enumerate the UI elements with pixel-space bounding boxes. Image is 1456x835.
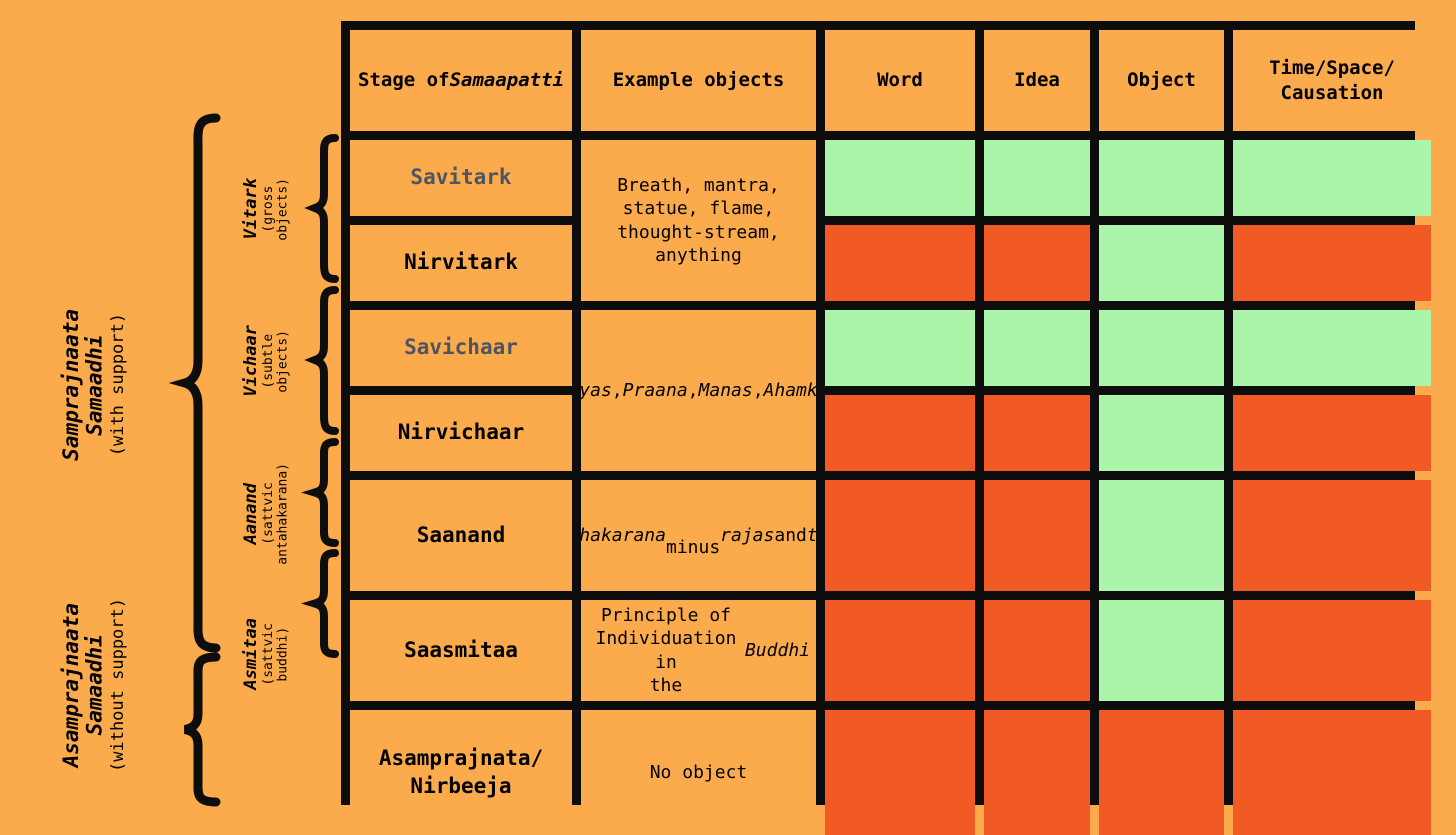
swatch-tsc: [1233, 310, 1431, 386]
swatch-idea: [984, 140, 1090, 216]
column-header-4: Object: [1099, 30, 1224, 131]
stage-name-cell: Asamprajnata/Nirbeeja: [350, 710, 572, 835]
swatch-idea: [984, 600, 1090, 701]
brace-inner-vichaar: [304, 286, 339, 435]
column-header-2: Word: [825, 30, 975, 131]
swatch-word: [825, 480, 975, 591]
swatch-object: [1099, 600, 1224, 701]
swatch-object: [1099, 710, 1224, 835]
stage-name-cell: Nirvitark: [350, 225, 572, 301]
swatch-tsc: [1233, 395, 1431, 471]
swatch-tsc: [1233, 480, 1431, 591]
swatch-object: [1099, 140, 1224, 216]
outer-group-label-samprajnaata: Samprajnaata Samaadhi (with support): [34, 230, 154, 540]
swatch-word: [825, 140, 975, 216]
mid-group-name: Vitark: [241, 178, 262, 240]
mid-group-name: Vichaar: [241, 325, 262, 397]
swatch-object: [1099, 225, 1224, 301]
swatch-tsc: [1233, 225, 1431, 301]
outer-group-note: (without support): [108, 598, 128, 772]
column-header-1: Example objects: [581, 30, 816, 131]
swatch-object: [1099, 310, 1224, 386]
table-grid: Stage of Samaapatti Example objects Word Ide…: [350, 30, 1431, 835]
mid-group-note: (gross objects): [261, 177, 292, 241]
stage-name-cell: Saasmitaa: [350, 600, 572, 701]
brace-samprajnaata: [168, 113, 221, 653]
example-objects-cell: Tanmaatras,Indriyas,Praana,Manas,Ahamkaa…: [581, 310, 816, 471]
brace-inner-asmitaa: [301, 549, 339, 658]
outer-group-note: (with support): [108, 313, 128, 457]
swatch-object: [1099, 480, 1224, 591]
stage-name-cell: Savichaar: [350, 310, 572, 386]
swatch-idea: [984, 480, 1090, 591]
swatch-tsc: [1233, 600, 1431, 701]
swatch-idea: [984, 225, 1090, 301]
brace-asamprajnaata: [183, 652, 221, 807]
example-objects-cell: No object: [581, 710, 816, 835]
samaapatti-table: Stage of Samaapatti Example objects Word Ide…: [341, 21, 1431, 835]
swatch-tsc: [1233, 710, 1431, 835]
swatch-word: [825, 395, 975, 471]
mid-group-note: (sattvic buddhi): [261, 622, 292, 686]
mid-group-name: Asmitaa: [241, 618, 262, 690]
outer-group-name: Asamprajnaata Samaadhi: [58, 602, 107, 768]
column-header-5: Time/Space/Causation: [1233, 30, 1431, 131]
column-header-3: Idea: [984, 30, 1090, 131]
swatch-idea: [984, 395, 1090, 471]
mid-group-note: (subtle objects): [261, 329, 292, 393]
swatch-idea: [984, 710, 1090, 835]
swatch-word: [825, 710, 975, 835]
swatch-tsc: [1233, 140, 1431, 216]
example-objects-cell: Antahakaranaminus rajas andtamas: [581, 480, 816, 591]
example-objects-cell: Principle of Individuation in the Buddhi: [581, 600, 816, 701]
example-objects-cell: Breath, mantra, statue, flame, thought-str…: [581, 140, 816, 301]
brace-inner-vitark: [304, 134, 339, 283]
brace-inner-aanand: [301, 438, 339, 547]
outer-group-label-asamprajnaata: Asamprajnaata Samaadhi (without support): [34, 555, 154, 815]
mid-group-label-vitark: Vitark (gross objects): [222, 135, 312, 283]
stage-name-cell: Saanand: [350, 480, 572, 591]
stage-name-cell: Savitark: [350, 140, 572, 216]
diagram-canvas: Samprajnaata Samaadhi (with support) Asa…: [0, 0, 1456, 835]
swatch-idea: [984, 310, 1090, 386]
column-header-0: Stage of Samaapatti: [350, 30, 572, 131]
stage-name-cell: Nirvichaar: [350, 395, 572, 471]
swatch-word: [825, 310, 975, 386]
swatch-word: [825, 225, 975, 301]
mid-group-label-asmitaa: Asmitaa (sattvic buddhi): [222, 548, 312, 760]
outer-group-name: Samprajnaata Samaadhi: [58, 309, 107, 461]
swatch-word: [825, 600, 975, 701]
mid-group-name: Aanand: [241, 483, 262, 545]
swatch-object: [1099, 395, 1224, 471]
